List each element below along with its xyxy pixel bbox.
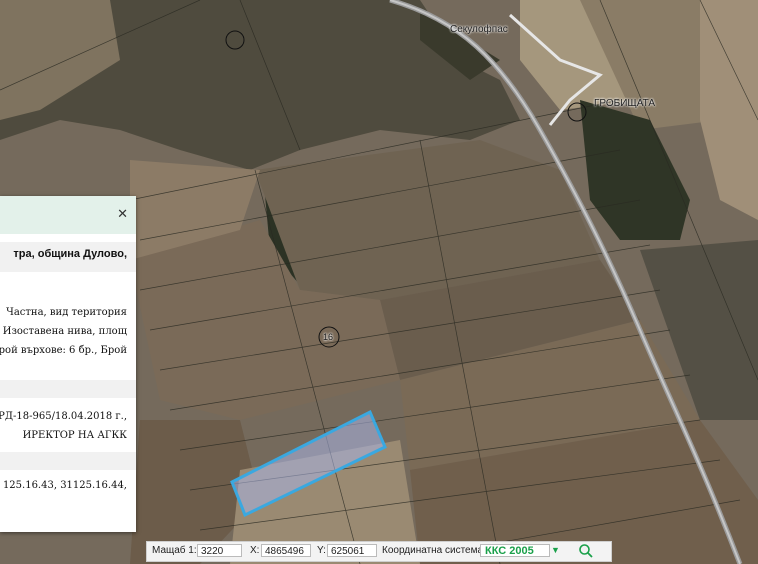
neighbor-line: 125.16.43, 31125.16.44, [2, 480, 127, 491]
section-band-2 [0, 452, 136, 470]
scale-label: Мащаб 1: [152, 545, 197, 556]
caret-down-icon[interactable]: ▼ [551, 545, 560, 555]
village-label-top: Секулофпас [450, 24, 508, 35]
y-label: Y: [317, 545, 326, 556]
x-label: X: [250, 545, 260, 556]
panel-header: ✕ [0, 196, 136, 234]
order-line-1: РД-18-965/18.04.2018 г., [0, 411, 127, 422]
close-icon[interactable]: ✕ [117, 207, 128, 222]
desc-line-1: Частна, вид територия [6, 307, 127, 318]
y-coordinate-field[interactable]: 625061 [327, 544, 377, 557]
parcel-marker-16: 16 [323, 332, 334, 342]
panel-title: тра, община Дулово, [13, 248, 127, 260]
desc-line-2: Изоставена нива, площ [2, 326, 127, 337]
village-label-right: ГРОБИЩАТА [594, 98, 656, 109]
panel-body: тра, община Дулово, Частна, вид територи… [0, 234, 136, 532]
crs-label: Координатна система: [382, 545, 486, 556]
magnifier-icon[interactable] [577, 542, 595, 560]
crs-value: ККС 2005 [485, 545, 534, 557]
crs-select[interactable]: ККС 2005 [480, 544, 550, 557]
section-band-1 [0, 380, 136, 398]
order-line-2: ИРЕКТОР НА АГКК [22, 430, 127, 441]
statusbar: Мащаб 1: 3220 X: 4865496 Y: 625061 Коорд… [146, 541, 612, 562]
property-info-panel: ✕ тра, община Дулово, Частна, вид терито… [0, 196, 136, 532]
desc-line-3: Брой върхове: 6 бр., Брой [0, 345, 127, 356]
scale-input[interactable]: 3220 [197, 544, 242, 557]
x-coordinate-field[interactable]: 4865496 [261, 544, 311, 557]
